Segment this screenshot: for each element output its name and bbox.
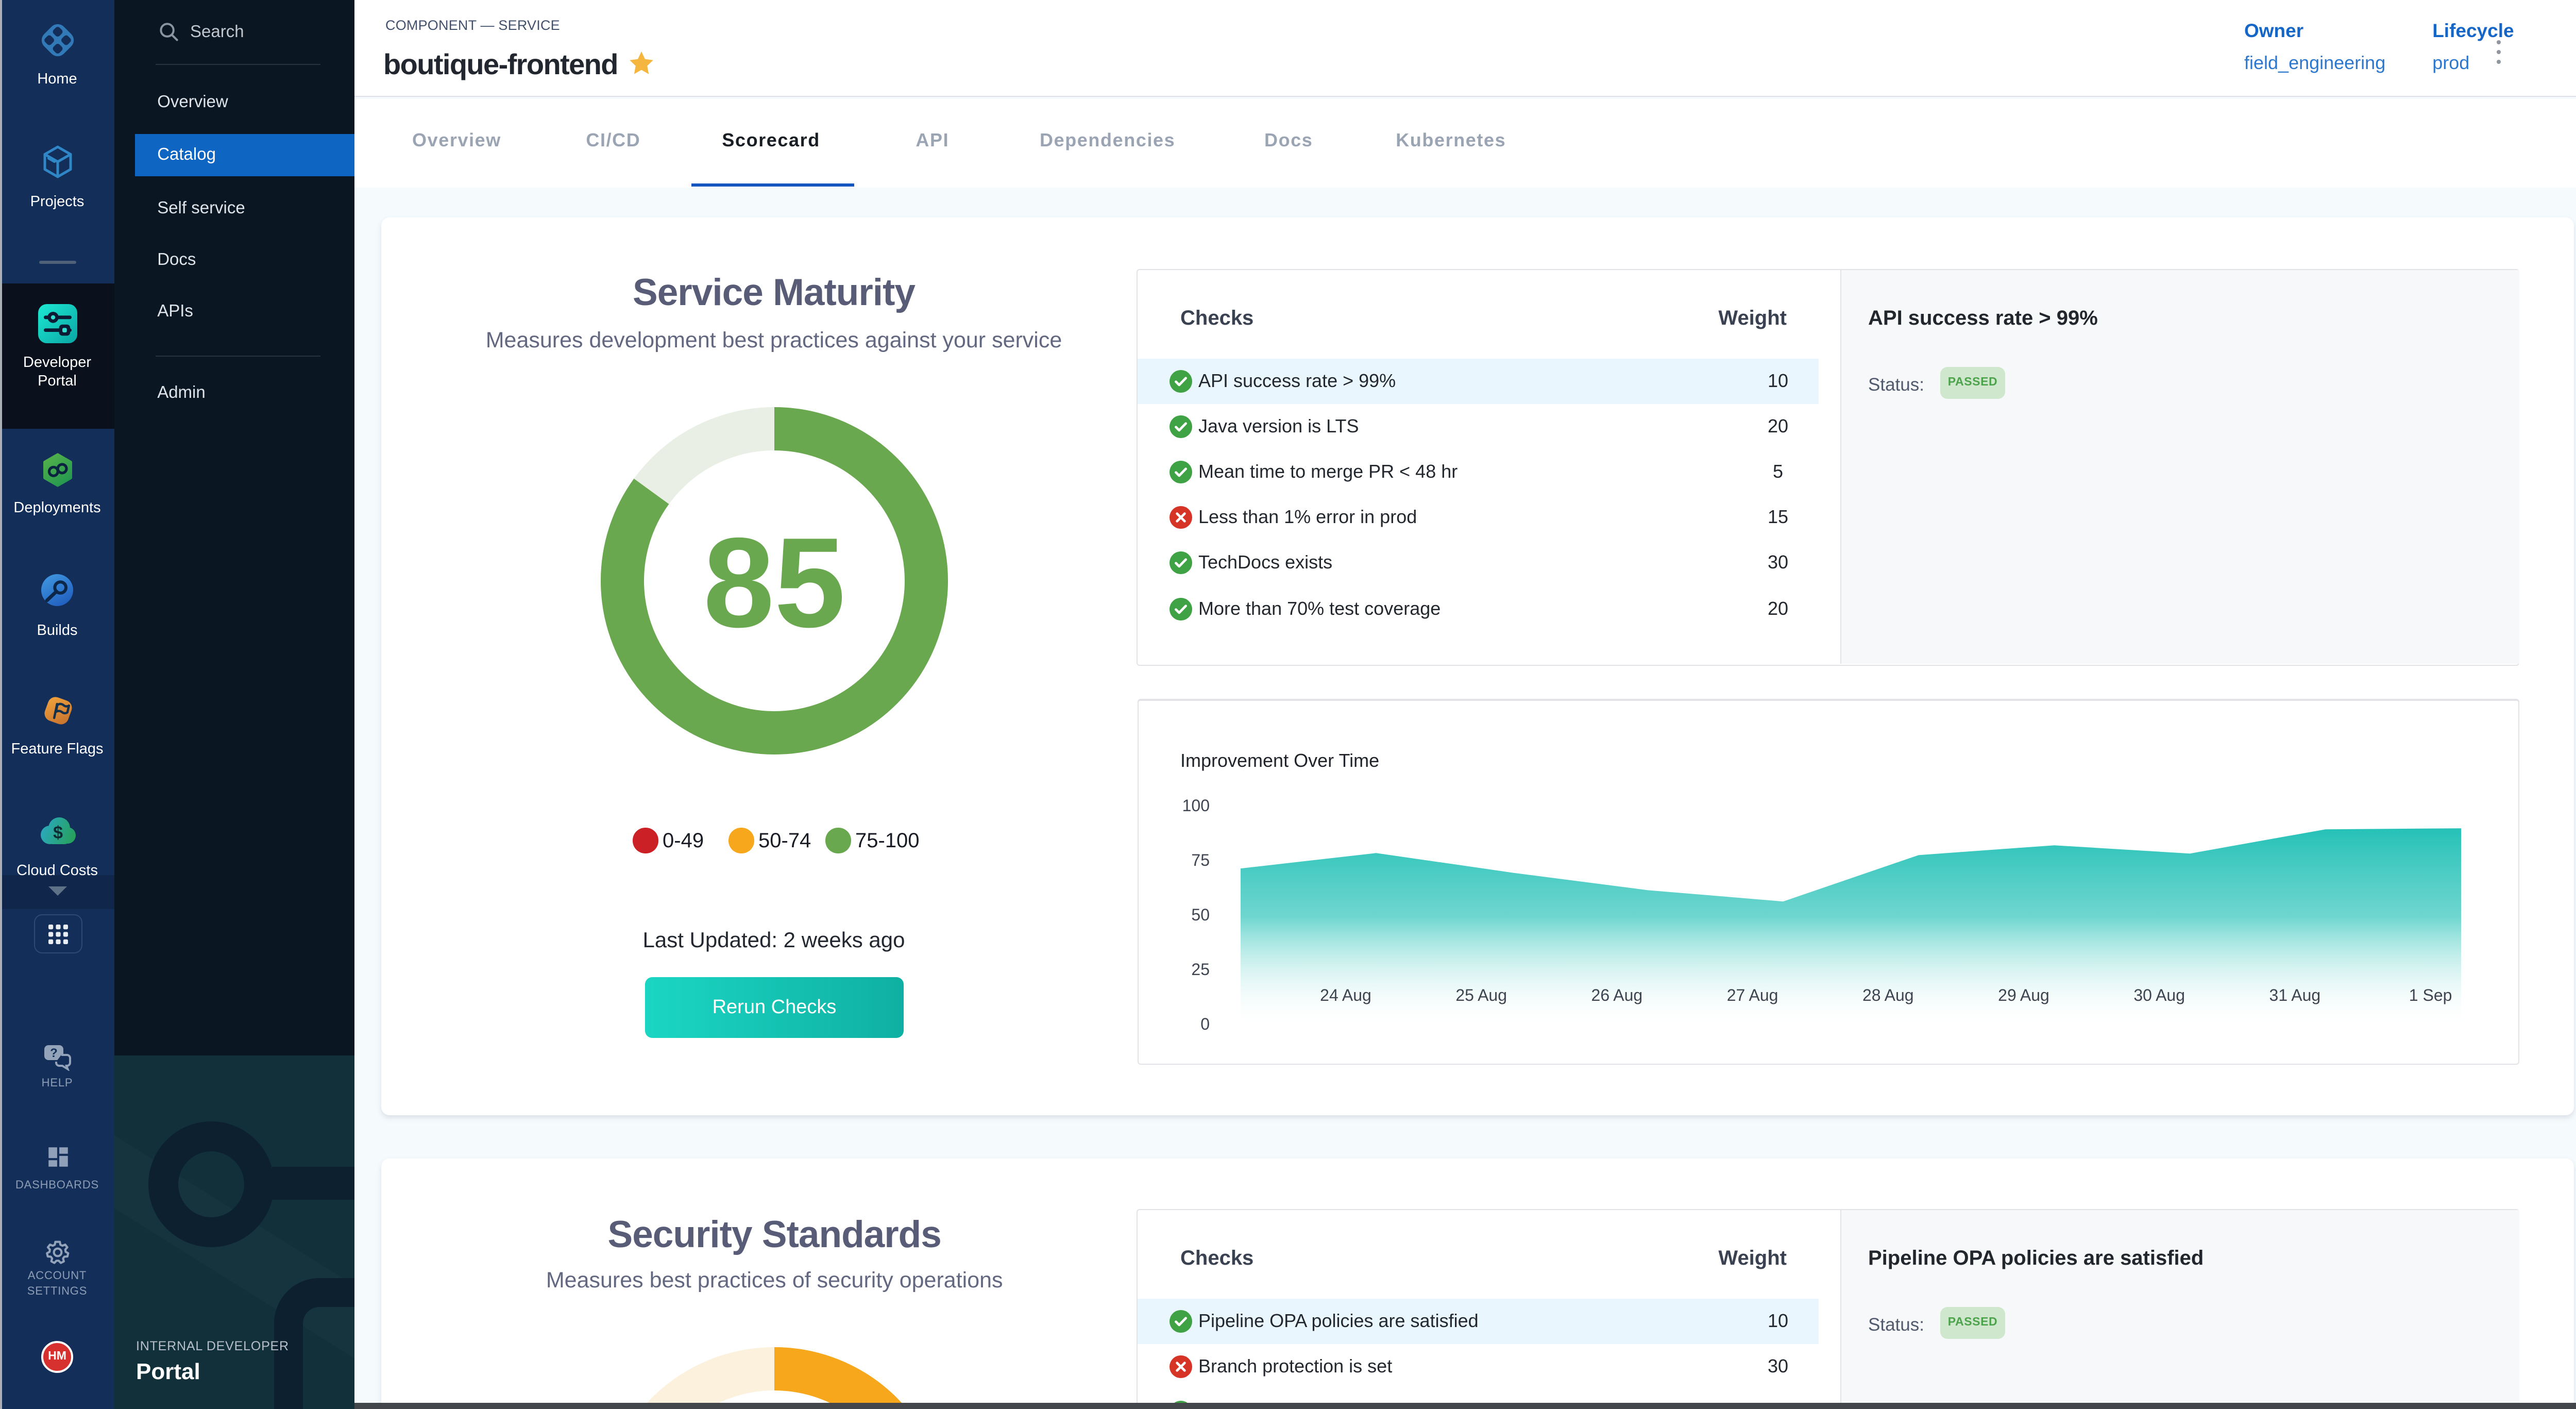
svg-text:85: 85 — [703, 511, 845, 654]
svg-text:$: $ — [53, 823, 62, 843]
svg-text:?: ? — [49, 1046, 57, 1060]
